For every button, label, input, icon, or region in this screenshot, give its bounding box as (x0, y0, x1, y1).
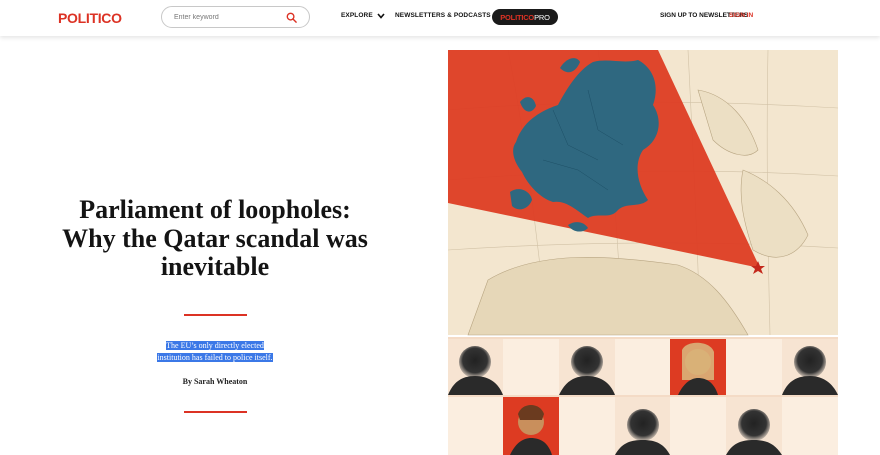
search-box[interactable] (161, 6, 310, 28)
nav-newsletters-label: NEWSLETTERS & PODCASTS (395, 12, 491, 19)
title-divider (184, 314, 247, 316)
dek-line-2: institution has failed to police itself. (157, 352, 273, 362)
title-line-3: inevitable (160, 252, 270, 281)
pro-label-pro: PRO (534, 12, 550, 22)
dek-line-1: The EU’s only directly elected (166, 341, 264, 350)
chevron-down-icon (377, 12, 385, 19)
nav-explore-label: EXPLORE (341, 12, 373, 19)
article-dek: The EU’s only directly elected instituti… (140, 340, 290, 363)
title-line-2: Why the Qatar scandal was (62, 223, 368, 253)
politico-pro-button[interactable]: POLITICO PRO (492, 9, 558, 25)
hero-illustration (448, 50, 838, 455)
nav-newsletters-podcasts[interactable]: NEWSLETTERS & PODCASTS (395, 12, 503, 19)
search-icon[interactable] (286, 12, 297, 23)
politico-logo[interactable]: POLITICO (58, 10, 122, 26)
article-title: Parliament of loopholes: Why the Qatar s… (40, 195, 390, 282)
nav-explore[interactable]: EXPLORE (341, 12, 385, 19)
map-collage-image (448, 50, 838, 455)
title-line-1: Parliament of loopholes: (79, 195, 351, 224)
pro-label-brand: POLITICO (500, 12, 535, 22)
article-byline[interactable]: By Sarah Wheaton (140, 377, 290, 386)
site-header: POLITICO EXPLORE NEWSLETTERS & PODCASTS … (0, 0, 880, 36)
signin-link[interactable]: SIGN IN (729, 12, 753, 19)
byline-divider (184, 411, 247, 413)
search-input[interactable] (174, 11, 284, 24)
